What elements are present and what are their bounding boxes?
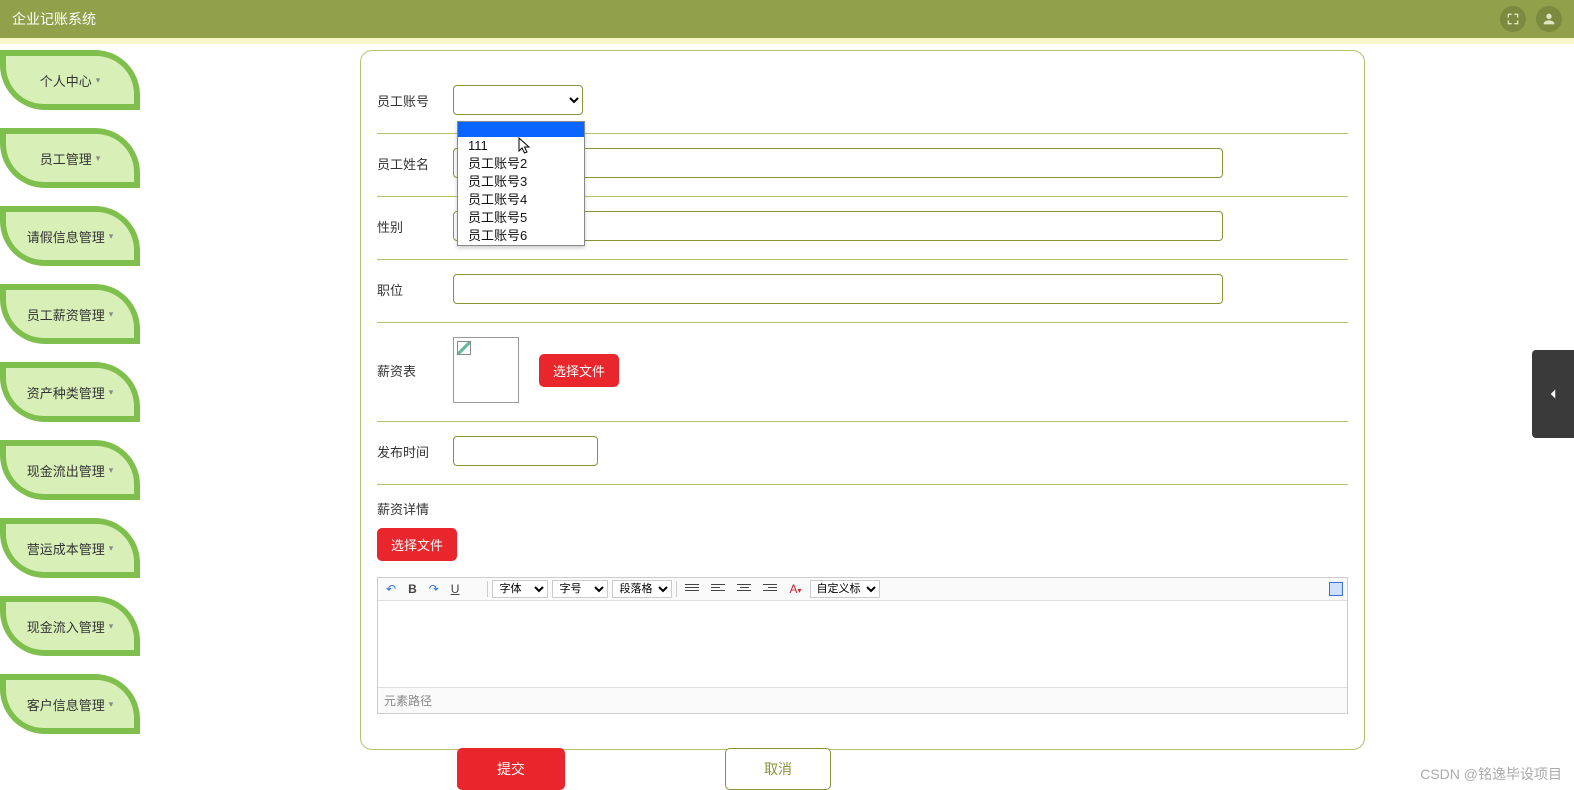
size-select[interactable]: 字号 bbox=[552, 580, 608, 598]
dropdown-option[interactable]: 员工账号5 bbox=[458, 209, 584, 227]
rich-editor: ↶ B ↷ U 字体 字号 段落格式 A▾ 自定义标题 元素路径 bbox=[377, 577, 1348, 714]
chevron-down-icon: ▾ bbox=[109, 543, 114, 554]
position-input[interactable] bbox=[453, 274, 1223, 304]
app-title: 企业记账系统 bbox=[12, 9, 96, 29]
sidebar-item-cashout-mgmt[interactable]: 现金流出管理 ▾ bbox=[0, 440, 140, 500]
salary-table-label: 薪资表 bbox=[377, 361, 433, 380]
sidebar-item-employee-mgmt[interactable]: 员工管理 ▾ bbox=[0, 128, 140, 188]
sidebar-item-label: 客户信息管理 bbox=[27, 695, 105, 714]
chevron-down-icon: ▾ bbox=[109, 621, 114, 632]
sidebar-item-personal-center[interactable]: 个人中心 ▾ bbox=[0, 50, 140, 110]
account-select[interactable] bbox=[453, 85, 583, 115]
dropdown-option[interactable]: 员工账号3 bbox=[458, 173, 584, 191]
redo-icon[interactable]: ↷ bbox=[425, 580, 443, 598]
chevron-down-icon: ▾ bbox=[109, 699, 114, 710]
salary-detail-label: 薪资详情 bbox=[377, 499, 429, 518]
name-label: 员工姓名 bbox=[377, 154, 433, 173]
sidebar: 个人中心 ▾ 员工管理 ▾ 请假信息管理 ▾ 员工薪资管理 ▾ 资产种类管理 ▾ 现金流出… bbox=[0, 50, 150, 734]
dropdown-option[interactable]: 111 bbox=[458, 137, 584, 155]
chevron-down-icon: ▾ bbox=[96, 153, 101, 164]
header-right bbox=[1500, 6, 1562, 32]
chevron-left-icon bbox=[1544, 385, 1562, 403]
separator bbox=[676, 581, 677, 597]
header-bar: 企业记账系统 bbox=[0, 0, 1574, 38]
align-left-icon[interactable] bbox=[707, 580, 729, 598]
submit-button[interactable]: 提交 bbox=[457, 748, 565, 790]
font-select[interactable]: 字体 bbox=[492, 580, 548, 598]
sidebar-item-label: 请假信息管理 bbox=[27, 227, 105, 246]
accent-bar bbox=[0, 38, 1574, 44]
publish-time-input[interactable] bbox=[453, 436, 598, 466]
choose-file-button-1[interactable]: 选择文件 bbox=[539, 354, 619, 387]
account-dropdown: 111 员工账号2 员工账号3 员工账号4 员工账号5 员工账号6 bbox=[457, 121, 585, 246]
user-button[interactable] bbox=[1536, 6, 1562, 32]
chevron-down-icon: ▾ bbox=[109, 309, 114, 320]
side-collapse-tab[interactable] bbox=[1532, 350, 1574, 438]
sidebar-item-label: 员工薪资管理 bbox=[27, 305, 105, 324]
sidebar-item-opex-mgmt[interactable]: 营运成本管理 ▾ bbox=[0, 518, 140, 578]
account-label: 员工账号 bbox=[377, 91, 433, 110]
sidebar-item-leave-mgmt[interactable]: 请假信息管理 ▾ bbox=[0, 206, 140, 266]
undo-icon[interactable]: ↶ bbox=[382, 580, 400, 598]
align-center-icon[interactable] bbox=[733, 580, 755, 598]
editor-fullscreen-icon[interactable] bbox=[1329, 582, 1343, 596]
position-label: 职位 bbox=[377, 280, 433, 299]
editor-status: 元素路径 bbox=[378, 687, 1347, 713]
sidebar-item-label: 现金流出管理 bbox=[27, 461, 105, 480]
chevron-down-icon: ▾ bbox=[109, 231, 114, 242]
chevron-down-icon: ▾ bbox=[96, 75, 101, 86]
row-position: 职位 bbox=[377, 260, 1348, 323]
bold-icon[interactable]: B bbox=[404, 580, 421, 598]
align-justify-icon[interactable] bbox=[681, 580, 703, 598]
row-salary-detail: 薪资详情 选择文件 ↶ B ↷ U 字体 字号 段落格式 A▾ 自定义标题 bbox=[377, 485, 1348, 732]
form-actions: 提交 取消 bbox=[377, 748, 1348, 790]
cancel-button[interactable]: 取消 bbox=[725, 748, 831, 790]
underline-icon[interactable]: U bbox=[447, 580, 464, 598]
editor-toolbar: ↶ B ↷ U 字体 字号 段落格式 A▾ 自定义标题 bbox=[378, 578, 1347, 601]
hr-icon[interactable] bbox=[467, 587, 483, 591]
form-card: 员工账号 111 员工账号2 员工账号3 员工账号4 员工账号5 员工账号6 员… bbox=[360, 50, 1365, 750]
watermark: CSDN @铭逸毕设项目 bbox=[1420, 764, 1562, 784]
chevron-down-icon: ▾ bbox=[109, 465, 114, 476]
sidebar-item-customer-mgmt[interactable]: 客户信息管理 ▾ bbox=[0, 674, 140, 734]
sidebar-item-label: 员工管理 bbox=[40, 149, 92, 168]
row-publish-time: 发布时间 bbox=[377, 422, 1348, 485]
fontcolor-icon[interactable]: A▾ bbox=[785, 580, 805, 598]
sidebar-item-asset-mgmt[interactable]: 资产种类管理 ▾ bbox=[0, 362, 140, 422]
image-placeholder bbox=[453, 337, 519, 403]
dropdown-option[interactable]: 员工账号2 bbox=[458, 155, 584, 173]
dropdown-option-blank[interactable] bbox=[458, 122, 584, 137]
choose-file-button-2[interactable]: 选择文件 bbox=[377, 528, 457, 561]
publish-time-label: 发布时间 bbox=[377, 442, 433, 461]
sidebar-item-label: 资产种类管理 bbox=[27, 383, 105, 402]
dropdown-option[interactable]: 员工账号6 bbox=[458, 227, 584, 245]
dropdown-option[interactable]: 员工账号4 bbox=[458, 191, 584, 209]
fullscreen-button[interactable] bbox=[1500, 6, 1526, 32]
sidebar-item-label: 现金流入管理 bbox=[27, 617, 105, 636]
gender-label: 性别 bbox=[377, 217, 433, 236]
paragraph-select[interactable]: 段落格式 bbox=[612, 580, 672, 598]
sidebar-item-cashin-mgmt[interactable]: 现金流入管理 ▾ bbox=[0, 596, 140, 656]
separator bbox=[487, 581, 488, 597]
sidebar-item-label: 个人中心 bbox=[40, 71, 92, 90]
row-salary-table: 薪资表 选择文件 bbox=[377, 323, 1348, 422]
row-account: 员工账号 111 员工账号2 员工账号3 员工账号4 员工账号5 员工账号6 bbox=[377, 71, 1348, 134]
sidebar-item-label: 营运成本管理 bbox=[27, 539, 105, 558]
user-icon bbox=[1541, 11, 1557, 27]
editor-textarea[interactable] bbox=[378, 601, 1347, 687]
expand-icon bbox=[1505, 11, 1521, 27]
custom-title-select[interactable]: 自定义标题 bbox=[810, 580, 880, 598]
chevron-down-icon: ▾ bbox=[109, 387, 114, 398]
sidebar-item-salary-mgmt[interactable]: 员工薪资管理 ▾ bbox=[0, 284, 140, 344]
align-right-icon[interactable] bbox=[759, 580, 781, 598]
